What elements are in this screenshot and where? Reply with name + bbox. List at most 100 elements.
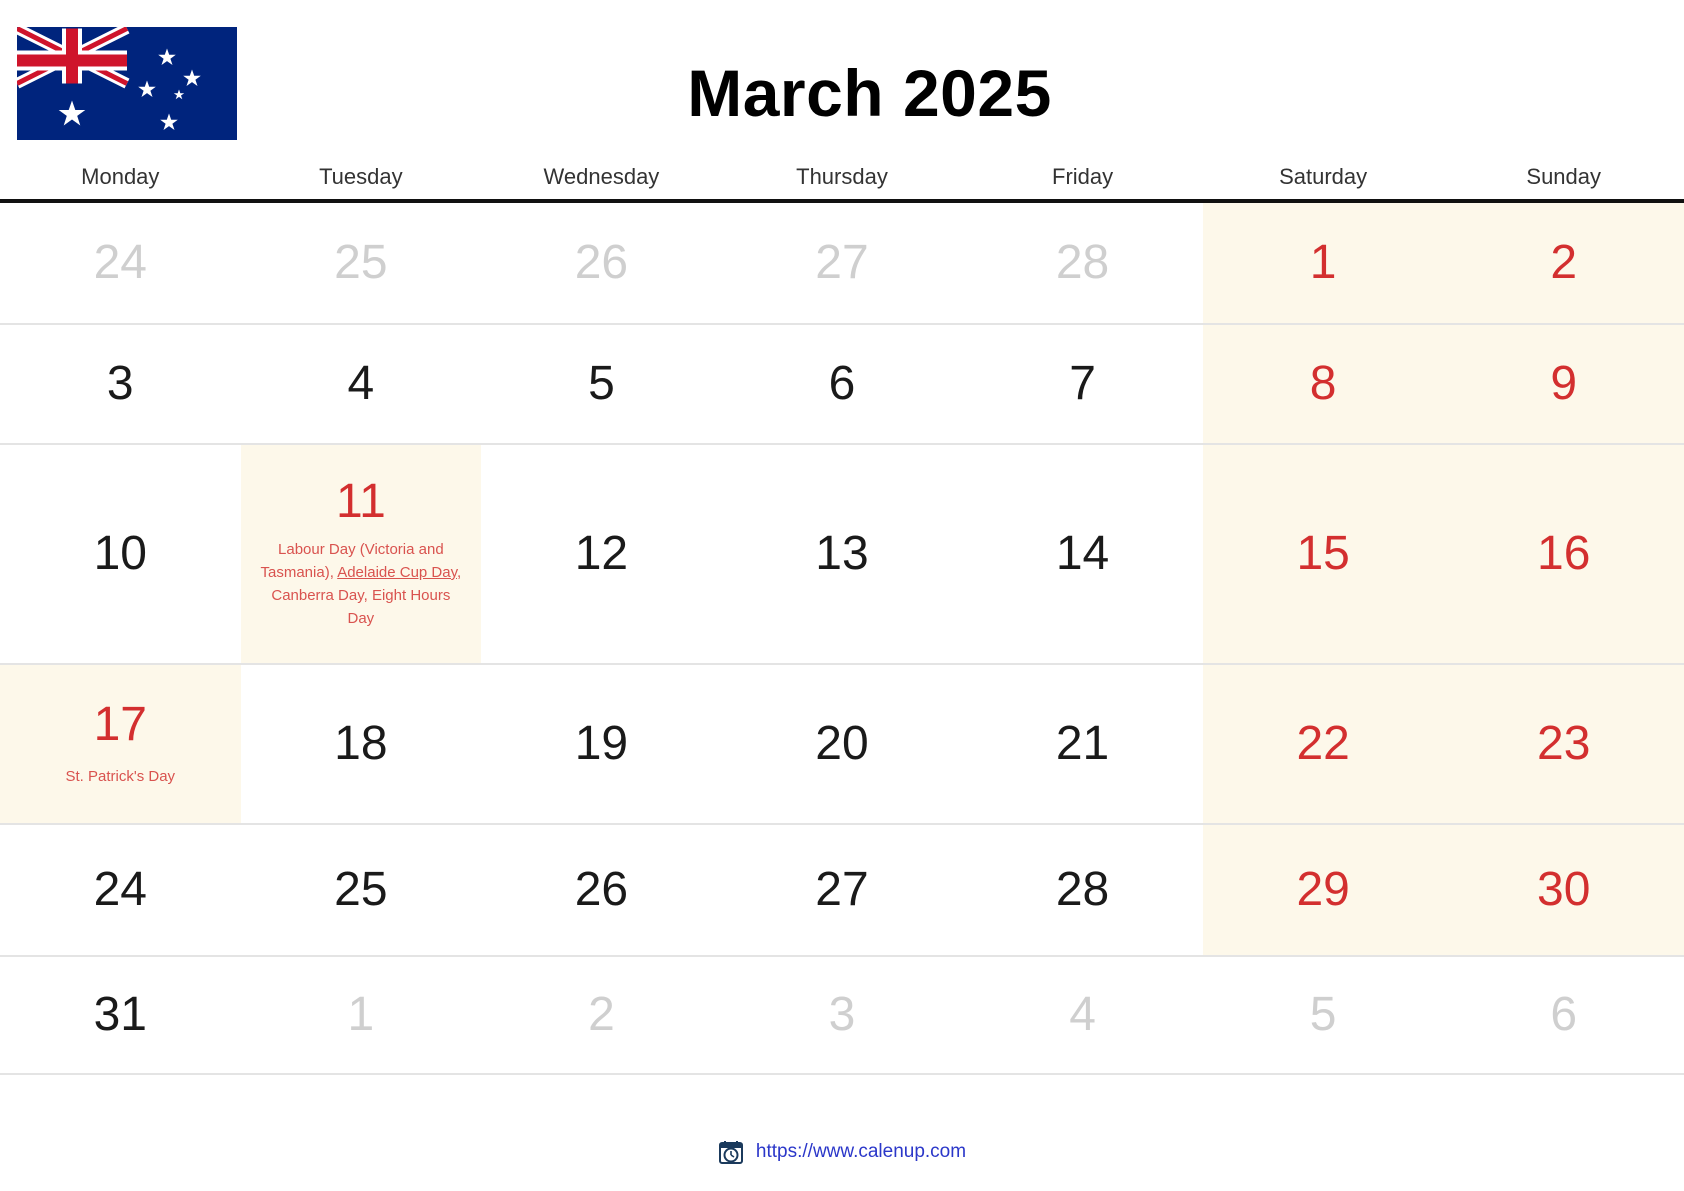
calendar-week-row: 3 4 5 6 7 8 9 <box>0 325 1684 445</box>
day-number: 26 <box>574 235 629 289</box>
day-cell[interactable]: 21 <box>962 665 1203 825</box>
calendar-grid: 24 25 26 27 28 1 2 3 4 5 6 7 8 9 10 11 Labour Day (Victo… <box>0 203 1684 1075</box>
day-cell[interactable]: 6 <box>721 325 963 445</box>
day-number: 9 <box>1550 356 1578 410</box>
day-cell[interactable]: 23 <box>1443 665 1684 825</box>
day-number: 30 <box>1537 862 1591 916</box>
day-cell[interactable]: 24 <box>0 825 241 957</box>
day-number: 15 <box>1296 526 1350 580</box>
day-number: 27 <box>815 862 869 916</box>
day-cell[interactable]: 1 <box>1202 203 1444 325</box>
day-cell[interactable]: 19 <box>481 665 722 825</box>
day-number: 28 <box>1055 862 1110 916</box>
day-number: 26 <box>574 862 629 916</box>
day-cell[interactable]: 26 <box>481 825 722 957</box>
day-number: 6 <box>1550 987 1578 1041</box>
day-number: 7 <box>1069 356 1096 410</box>
holiday-text: St. Patrick's Day <box>65 767 176 785</box>
day-cell[interactable]: 25 <box>240 825 482 957</box>
day-cell[interactable]: 7 <box>962 325 1203 445</box>
day-number: 3 <box>106 356 134 410</box>
day-number: 1 <box>1309 235 1337 289</box>
day-cell[interactable]: 10 <box>0 445 241 665</box>
day-number: 4 <box>347 356 375 410</box>
weekday-friday: Friday <box>1052 164 1114 189</box>
day-number: 21 <box>1055 716 1110 770</box>
day-cell[interactable]: 14 <box>962 445 1203 665</box>
day-number: 2 <box>588 987 615 1041</box>
day-number: 22 <box>1296 716 1350 770</box>
day-cell[interactable]: 31 <box>0 957 241 1075</box>
day-cell[interactable]: 20 <box>721 665 963 825</box>
page-footer: https://www.calenup.com <box>0 1139 1684 1165</box>
calendar-page: March 2025 Monday Tuesday Wednesday Thur… <box>0 0 1684 1191</box>
day-cell[interactable]: 22 <box>1202 665 1444 825</box>
day-cell[interactable]: 8 <box>1202 325 1444 445</box>
day-cell[interactable]: 15 <box>1202 445 1444 665</box>
day-number: 19 <box>574 716 629 770</box>
day-cell[interactable]: 4 <box>240 325 482 445</box>
day-number: 16 <box>1537 526 1591 580</box>
page-title: March 2025 <box>687 56 1052 130</box>
day-cell[interactable]: 28 <box>962 203 1203 325</box>
day-number: 18 <box>334 716 388 770</box>
day-number: 20 <box>815 716 869 770</box>
day-number: 25 <box>334 235 388 289</box>
day-number: 8 <box>1309 356 1337 410</box>
day-cell[interactable]: 25 <box>240 203 482 325</box>
day-cell[interactable]: 29 <box>1202 825 1444 957</box>
day-cell[interactable]: 24 <box>0 203 241 325</box>
day-cell[interactable]: 3 <box>0 325 241 445</box>
day-cell[interactable]: 30 <box>1443 825 1684 957</box>
day-number: 29 <box>1296 862 1350 916</box>
day-cell[interactable]: 28 <box>962 825 1203 957</box>
day-number: 12 <box>574 526 629 580</box>
calendar-week-row: 17 St. Patrick's Day 18 19 20 21 22 23 <box>0 665 1684 825</box>
day-number: 1 <box>347 987 375 1041</box>
holiday-events: Labour Day (Victoria and Tasmania), Adel… <box>258 538 463 631</box>
day-cell[interactable]: 1 <box>240 957 482 1075</box>
calendar-week-row: 24 25 26 27 28 29 30 <box>0 825 1684 957</box>
holiday-link[interactable]: Adelaide Cup Day <box>337 564 457 581</box>
day-cell[interactable]: 18 <box>240 665 482 825</box>
day-number: 13 <box>815 526 869 580</box>
day-number: 10 <box>93 526 147 580</box>
day-number: 2 <box>1550 235 1578 289</box>
day-number: 6 <box>828 356 856 410</box>
weekday-monday: Monday <box>81 164 160 189</box>
day-cell[interactable]: 11 Labour Day (Victoria and Tasmania), Ad… <box>240 445 482 665</box>
day-cell[interactable]: 4 <box>962 957 1203 1075</box>
weekday-sunday: Sunday <box>1526 164 1602 189</box>
day-number: 24 <box>93 235 147 289</box>
day-number: 5 <box>588 356 615 410</box>
day-number: 31 <box>93 987 147 1041</box>
day-number: 3 <box>828 987 856 1041</box>
day-number: 14 <box>1055 526 1110 580</box>
day-cell[interactable]: 2 <box>481 957 722 1075</box>
day-cell[interactable]: 27 <box>721 203 963 325</box>
holiday-events: St. Patrick's Day <box>66 765 176 788</box>
weekday-thursday: Thursday <box>796 164 888 189</box>
calenup-website-link[interactable]: https://www.calenup.com <box>756 1141 966 1163</box>
day-cell[interactable]: 12 <box>481 445 722 665</box>
day-cell[interactable]: 2 <box>1443 203 1684 325</box>
weekday-header-row: Monday Tuesday Wednesday Thursday Friday… <box>0 155 1684 203</box>
calendar-week-row: 10 11 Labour Day (Victoria and Tasmania), … <box>0 445 1684 665</box>
day-number: 25 <box>334 862 388 916</box>
day-cell[interactable]: 9 <box>1443 325 1684 445</box>
day-cell[interactable]: 27 <box>721 825 963 957</box>
day-cell[interactable]: 3 <box>721 957 963 1075</box>
weekday-wednesday: Wednesday <box>543 164 660 189</box>
day-number: 24 <box>93 862 147 916</box>
day-cell[interactable]: 17 St. Patrick's Day <box>0 665 241 825</box>
day-cell[interactable]: 26 <box>481 203 722 325</box>
day-cell[interactable]: 16 <box>1443 445 1684 665</box>
day-cell[interactable]: 13 <box>721 445 963 665</box>
day-number: 4 <box>1069 987 1096 1041</box>
day-cell[interactable]: 6 <box>1443 957 1684 1075</box>
day-number: 11 <box>335 475 386 529</box>
page-header: March 2025 <box>0 0 1684 155</box>
day-cell[interactable]: 5 <box>481 325 722 445</box>
day-cell[interactable]: 5 <box>1202 957 1444 1075</box>
calendar-week-row: 24 25 26 27 28 1 2 <box>0 203 1684 325</box>
